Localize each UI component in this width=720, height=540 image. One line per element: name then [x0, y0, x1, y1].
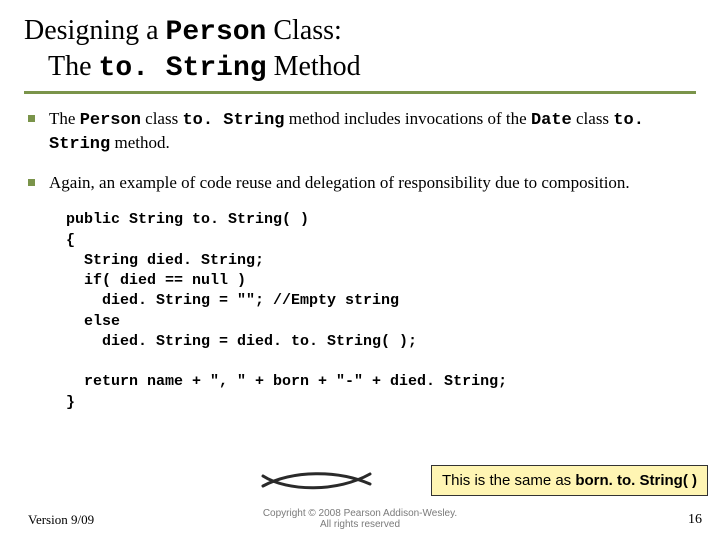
inline-code: Date	[531, 111, 572, 130]
title-text: Method	[267, 51, 361, 82]
slide: Designing a Person Class: The to. String…	[0, 0, 720, 540]
callout-code: born. to. String( )	[575, 472, 697, 489]
bullet-text-0: The Person class to. String method inclu…	[49, 108, 692, 156]
title-text: Class:	[266, 15, 341, 46]
inline-code: Person	[80, 111, 141, 130]
inline-text: class	[141, 109, 183, 128]
inline-text: method.	[110, 133, 170, 152]
title-code: to. String	[99, 53, 267, 84]
copyright-line: All rights reserved	[320, 519, 400, 530]
arrow-scribble-icon	[258, 466, 378, 494]
bullet-item: The Person class to. String method inclu…	[28, 108, 692, 156]
inline-text: class	[572, 109, 614, 128]
copyright-line: Copyright © 2008 Pearson Addison-Wesley.	[263, 508, 457, 519]
footer: Version 9/09 Copyright © 2008 Pearson Ad…	[0, 502, 720, 532]
title-line-2: The to. String Method	[24, 50, 720, 86]
title-code: Person	[166, 17, 267, 48]
inline-code: to. String	[182, 111, 284, 130]
bullet-icon	[28, 115, 35, 122]
callout-text: This is the same as	[442, 472, 575, 489]
title-text: The	[48, 51, 99, 82]
page-number: 16	[688, 512, 702, 528]
title-line-1: Designing a Person Class:	[24, 14, 720, 50]
bullet-list: The Person class to. String method inclu…	[0, 94, 720, 194]
callout-box: This is the same as born. to. String( )	[431, 465, 708, 496]
slide-title: Designing a Person Class: The to. String…	[0, 0, 720, 85]
inline-text: The	[49, 109, 80, 128]
bullet-icon	[28, 179, 35, 186]
title-text: Designing a	[24, 15, 166, 46]
code-block: public String to. String( ) { String die…	[66, 210, 692, 413]
bullet-text-1: Again, an example of code reuse and dele…	[49, 172, 630, 194]
copyright: Copyright © 2008 Pearson Addison-Wesley.…	[0, 508, 720, 530]
inline-text: method includes invocations of the	[284, 109, 530, 128]
inline-text: Again, an example of code reuse and dele…	[49, 173, 630, 192]
bullet-item: Again, an example of code reuse and dele…	[28, 172, 692, 194]
